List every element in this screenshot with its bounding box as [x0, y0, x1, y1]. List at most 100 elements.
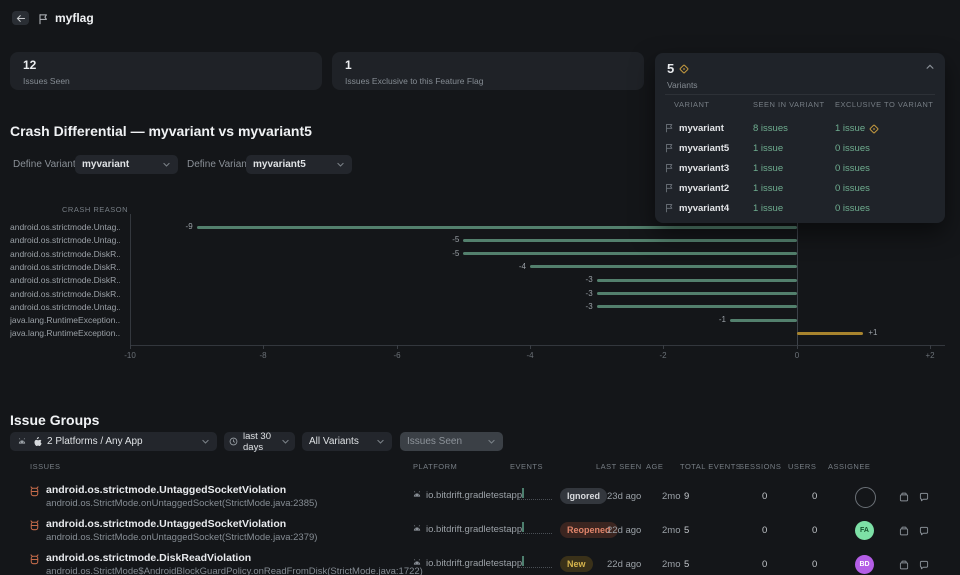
- android-icon: [17, 437, 27, 447]
- last-seen-value: 23d ago: [607, 491, 642, 502]
- chart-bar[interactable]: [596, 292, 797, 295]
- variants-filter-value: All Variants: [309, 436, 359, 447]
- archive-icon[interactable]: [898, 559, 910, 571]
- issue-title-link[interactable]: android.os.strictmode.UntaggedSocketViol…: [46, 518, 286, 530]
- seen-in-variant-link[interactable]: 1 issue: [753, 183, 783, 194]
- issue-row[interactable]: android.os.strictmode.DiskReadViolation a…: [0, 549, 960, 575]
- flag-icon: [664, 143, 674, 153]
- users-value: 0: [812, 491, 818, 502]
- chart-tick-label: -4: [526, 351, 534, 360]
- events-sparkline: [518, 556, 554, 569]
- chart-bar-value: -4: [518, 261, 526, 271]
- chart-bar[interactable]: [730, 318, 797, 322]
- variant-b-value: myvariant5: [253, 159, 306, 170]
- comment-icon[interactable]: [918, 525, 930, 537]
- chart-tick-label: 0: [794, 351, 800, 360]
- chart-tick-label: +2: [925, 351, 935, 360]
- chart-y-axis-line: [130, 214, 131, 345]
- issue-subtitle: android.os.StrictMode$AndroidBlockGuardP…: [46, 566, 423, 575]
- crash-icon: [28, 553, 41, 566]
- exclusive-to-variant-link[interactable]: 0 issues: [835, 163, 870, 174]
- archive-icon[interactable]: [898, 525, 910, 537]
- variants-label: Variants: [667, 80, 698, 90]
- android-icon: [412, 490, 422, 500]
- last-seen-value: 22d ago: [607, 559, 642, 570]
- chart-category-label: android.os.strictmode.Untag...: [10, 235, 120, 246]
- seen-in-variant-link[interactable]: 1 issue: [753, 143, 783, 154]
- exclusive-to-variant-link[interactable]: 0 issues: [835, 183, 870, 194]
- flag-icon: [664, 203, 674, 213]
- exclusive-to-variant-link[interactable]: 0 issues: [835, 143, 870, 154]
- variant-b-select[interactable]: myvariant5: [246, 155, 352, 174]
- chart-bar[interactable]: [463, 238, 797, 242]
- issues-exclusive-value: 1: [345, 58, 352, 72]
- col-platform: PLATFORM: [413, 462, 458, 471]
- events-sparkline: [518, 488, 554, 501]
- total-events-value: 9: [684, 491, 690, 502]
- chart-bar[interactable]: [463, 252, 797, 256]
- variants-filter-select[interactable]: All Variants: [302, 432, 392, 451]
- issue-subtitle: android.os.StrictMode.onUntaggedSocket(S…: [46, 532, 318, 543]
- chart-bar-value: -5: [452, 235, 460, 245]
- variant-row: myvariant3 1 issue 0 issues: [655, 158, 945, 178]
- issue-subtitle: android.os.StrictMode.onUntaggedSocket(S…: [46, 498, 318, 509]
- issue-row[interactable]: android.os.strictmode.UntaggedSocketViol…: [0, 515, 960, 549]
- chart-bar[interactable]: [596, 305, 797, 309]
- chart-bar-value: -3: [585, 275, 593, 285]
- chart-bar[interactable]: [196, 225, 797, 229]
- assignee-avatar[interactable]: BD: [855, 555, 874, 574]
- status-badge[interactable]: Ignored: [560, 488, 607, 504]
- archive-icon[interactable]: [898, 491, 910, 503]
- flag-icon: [664, 163, 674, 173]
- exclusive-to-variant-link[interactable]: 0 issues: [835, 203, 870, 214]
- comment-icon[interactable]: [918, 559, 930, 571]
- crash-icon: [28, 519, 41, 532]
- chart-category-label: android.os.strictmode.DiskR...: [10, 261, 120, 272]
- assignee-avatar[interactable]: FA: [855, 521, 874, 540]
- chart-category-label: android.os.strictmode.Untag...: [10, 301, 120, 312]
- variant-a-select[interactable]: myvariant: [75, 155, 178, 174]
- age-value: 2mo: [662, 525, 681, 536]
- diamond-icon: [679, 64, 689, 74]
- issues-exclusive-card[interactable]: 1 Issues Exclusive to this Feature Flag: [332, 52, 644, 90]
- users-value: 0: [812, 559, 818, 570]
- col-issues: ISSUES: [30, 462, 61, 471]
- seen-in-variant-link[interactable]: 8 issues: [753, 123, 788, 134]
- chart-tick: [397, 345, 398, 349]
- seen-in-variant-link[interactable]: 1 issue: [753, 163, 783, 174]
- issue-title-link[interactable]: android.os.strictmode.UntaggedSocketViol…: [46, 484, 286, 496]
- comment-icon[interactable]: [918, 491, 930, 503]
- variants-col-exclusive: EXCLUSIVE TO VARIANT: [835, 100, 934, 109]
- chart-bar[interactable]: [796, 331, 864, 335]
- metric-filter-value: Issues Seen: [407, 436, 463, 447]
- issue-row[interactable]: android.os.strictmode.UntaggedSocketViol…: [0, 481, 960, 515]
- crash-icon: [28, 485, 41, 498]
- seen-in-variant-link[interactable]: 1 issue: [753, 203, 783, 214]
- exclusive-to-variant-link[interactable]: 1 issue: [835, 123, 865, 134]
- chart-tick-label: -2: [659, 351, 667, 360]
- back-button[interactable]: [12, 11, 29, 25]
- flag-icon: [664, 123, 674, 133]
- chart-category-label: android.os.strictmode.DiskR...: [10, 248, 120, 259]
- date-range-select[interactable]: last 30 days: [224, 431, 295, 453]
- variant-row: myvariant2 1 issue 0 issues: [655, 178, 945, 198]
- issues-seen-card[interactable]: 12 Issues Seen: [10, 52, 322, 90]
- chart-bar[interactable]: [530, 265, 797, 269]
- feature-flag-dashboard: myflag 12 Issues Seen 1 Issues Exclusive…: [0, 0, 960, 575]
- issue-groups-title: Issue Groups: [10, 412, 100, 428]
- chevron-down-icon: [336, 160, 345, 169]
- assignee-avatar[interactable]: [855, 487, 876, 508]
- flag-icon: [664, 183, 674, 193]
- chevron-up-icon[interactable]: [925, 62, 935, 72]
- col-sessions: SESSIONS: [739, 462, 782, 471]
- variant-row: myvariant 8 issues 1 issue: [655, 118, 945, 138]
- col-users: USERS: [788, 462, 817, 471]
- metric-filter-select[interactable]: Issues Seen: [400, 432, 503, 451]
- status-badge[interactable]: New: [560, 556, 593, 572]
- chart-bar[interactable]: [596, 278, 797, 282]
- crash-differential-title: Crash Differential — myvariant vs myvari…: [10, 123, 312, 139]
- chart-category-label: android.os.strictmode.DiskR...: [10, 275, 120, 286]
- chart-tick: [930, 345, 931, 349]
- platform-filter-select[interactable]: 2 Platforms / Any App: [10, 432, 217, 451]
- issue-title-link[interactable]: android.os.strictmode.DiskReadViolation: [46, 552, 251, 564]
